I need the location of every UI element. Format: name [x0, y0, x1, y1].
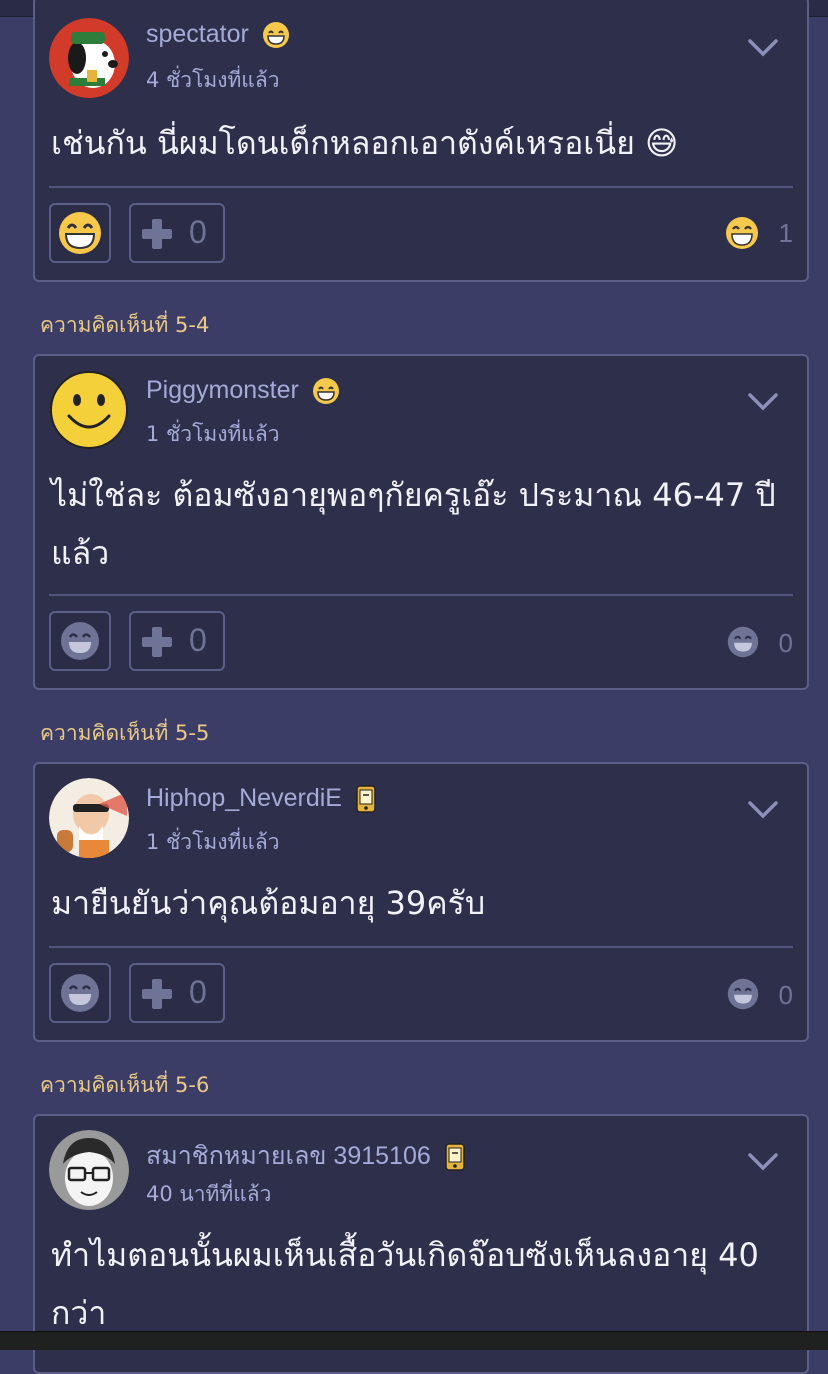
divider [49, 594, 793, 596]
comment-text: มายืนยันว่าคุณต้อมอายุ 39ครับ [51, 884, 486, 922]
username[interactable]: spectator [146, 20, 249, 48]
comment-text: เช่นกัน นี่ผมโดนเด็กหลอกเอาตังค์เหรอเนี่… [51, 124, 679, 162]
grin-emoji-icon [727, 626, 759, 658]
plus-vote-button[interactable]: 0 [129, 203, 225, 263]
grin-emoji-icon [726, 217, 758, 249]
mobile-phone-icon [356, 785, 376, 814]
comment-card: spectator 4 ชั่วโมงที่แล้ว เช่นกัน นี่ผม… [33, 0, 809, 282]
comment-number-label: ความคิดเห็นที่ 5-6 [40, 1073, 210, 1097]
avatar[interactable] [49, 1130, 129, 1210]
plus-icon [142, 627, 172, 657]
plus-icon [142, 219, 172, 249]
comment-text: ไม่ใช่ละ ต้อมซังอายุพอๆกัยครูเอ๊ะ ประมาณ… [51, 476, 776, 572]
username[interactable]: สมาชิกหมายเลข 3915106 [146, 1142, 431, 1170]
divider [49, 946, 793, 948]
reaction-summary[interactable]: 0 [713, 624, 793, 664]
comment-card: Hiphop_NeverdiE 1 ชั่วโมงที่แล้ว มายืนยั… [33, 762, 809, 1042]
comment-number-label: ความคิดเห็นที่ 5-4 [40, 313, 210, 337]
timestamp: 40 นาทีที่แล้ว [146, 1182, 272, 1206]
snoopy-avatar-icon [49, 18, 129, 98]
plus-vote-button[interactable]: 0 [129, 611, 225, 671]
emotion-button[interactable] [49, 963, 111, 1023]
emotion-button[interactable] [49, 203, 111, 263]
grin-emoji-icon [727, 978, 759, 1010]
bottom-bar [0, 1331, 828, 1350]
plus-count: 0 [189, 622, 207, 658]
grin-emoji-icon [312, 378, 339, 405]
chevron-down-icon[interactable] [747, 1152, 779, 1172]
grin-emoji-icon [61, 622, 99, 660]
grin-emoji-icon [61, 974, 99, 1012]
chevron-down-icon[interactable] [747, 800, 779, 820]
username[interactable]: Hiphop_NeverdiE [146, 784, 342, 812]
timestamp: 1 ชั่วโมงที่แล้ว [146, 422, 280, 446]
comment-text: ทำไมตอนนั้นผมเห็นเสื้อวันเกิดจ๊อบซังเห็น… [51, 1236, 759, 1332]
mobile-phone-icon [444, 1143, 465, 1172]
username[interactable]: Piggymonster [146, 376, 299, 404]
cartoon-avatar-icon [49, 778, 129, 858]
reaction-count: 0 [778, 980, 793, 1010]
grin-emoji-icon [262, 22, 289, 49]
avatar[interactable] [49, 18, 129, 98]
avatar[interactable] [49, 370, 129, 450]
cartoon-avatar-icon [49, 1130, 129, 1210]
plus-vote-button[interactable]: 0 [129, 963, 225, 1023]
smiley-avatar-icon [50, 371, 128, 449]
comment-card: Piggymonster 1 ชั่วโมงที่แล้ว ไม่ใช่ละ ต… [33, 354, 809, 690]
reaction-count: 1 [778, 218, 793, 248]
chevron-down-icon[interactable] [747, 38, 779, 58]
plus-count: 0 [189, 974, 207, 1010]
comment-number-label: ความคิดเห็นที่ 5-5 [40, 721, 210, 745]
plus-count: 0 [189, 214, 207, 250]
reaction-summary[interactable]: 1 [713, 214, 793, 254]
avatar[interactable] [49, 778, 129, 858]
emotion-button[interactable] [49, 611, 111, 671]
timestamp: 4 ชั่วโมงที่แล้ว [146, 68, 280, 92]
plus-icon [142, 979, 172, 1009]
reaction-count: 0 [778, 628, 793, 658]
grin-emoji-icon [59, 212, 101, 254]
divider [49, 186, 793, 188]
timestamp: 1 ชั่วโมงที่แล้ว [146, 830, 280, 854]
reaction-summary[interactable]: 0 [713, 976, 793, 1016]
chevron-down-icon[interactable] [747, 392, 779, 412]
